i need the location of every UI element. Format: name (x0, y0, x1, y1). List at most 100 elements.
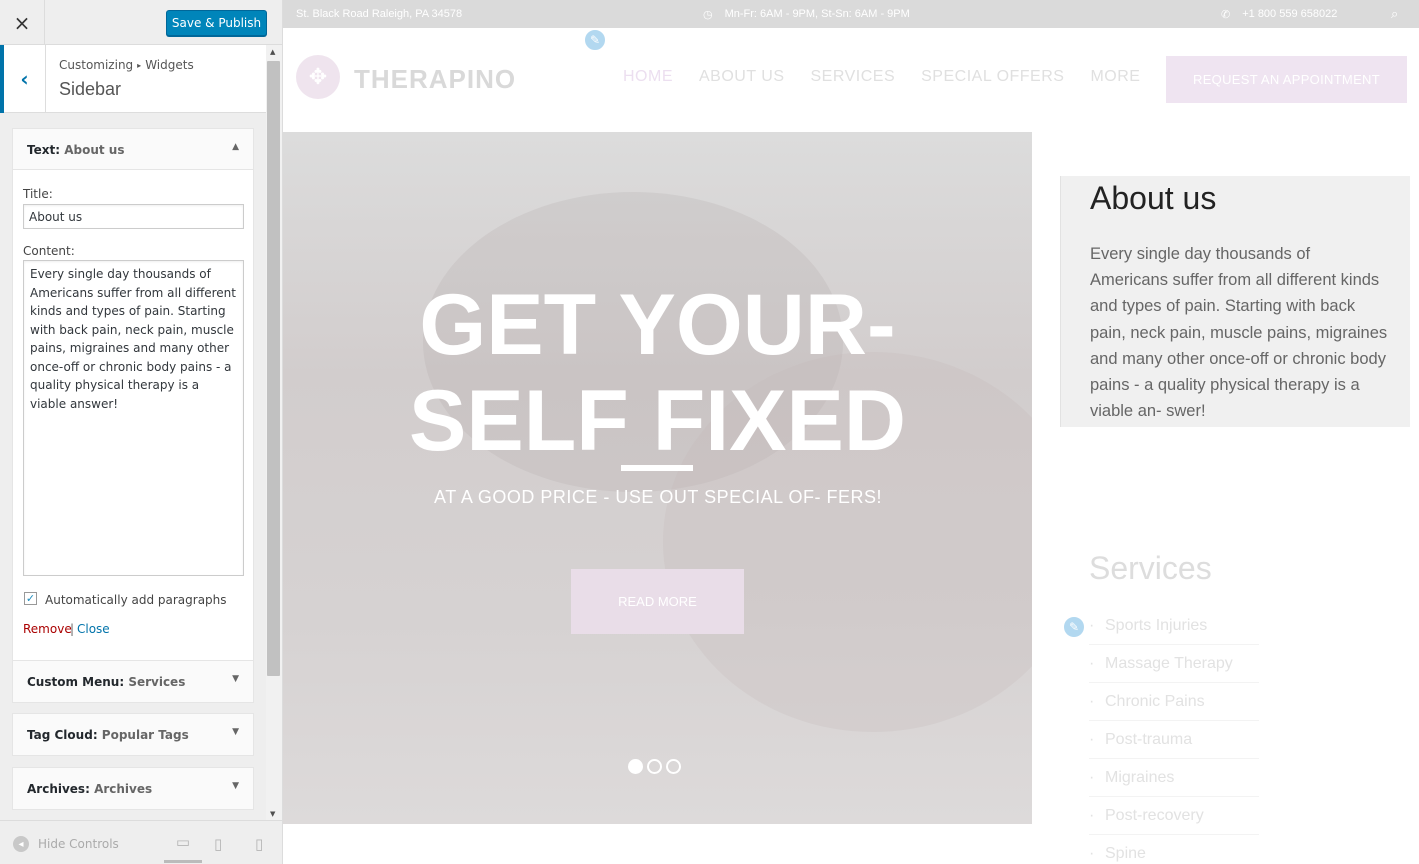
widget-title: Custom Menu: Services (27, 675, 186, 689)
breadcrumb-root: Customizing (59, 58, 134, 72)
section-title: ‹ Customizing ▸ Widgets Sidebar (0, 45, 266, 113)
edit-shortcut-icon[interactable]: ✎ (1062, 615, 1086, 639)
widget-header[interactable]: Custom Menu: Services ▼ (13, 661, 253, 702)
hero-headline-line: SELF FIXED (409, 373, 906, 469)
customizer-panel: × Save & Publish ‹ Customizing ▸ Widgets S… (0, 0, 283, 864)
panel-scrollbar[interactable]: ▲ ▼ (266, 45, 282, 820)
slider-dot[interactable] (666, 759, 681, 774)
services-list: Sports Injuries Massage Therapy Chronic … (1089, 607, 1259, 864)
widget-type: Text (27, 143, 56, 157)
hours-info: ◷ Mn-Fr: 6AM - 9PM, St-Sn: 6AM - 9PM (703, 8, 910, 21)
breadcrumb: Customizing ▸ Widgets (59, 58, 194, 72)
service-link[interactable]: Post-recovery (1089, 797, 1259, 835)
scroll-down-arrow-icon[interactable]: ▼ (270, 810, 275, 818)
widget-archives[interactable]: Archives: Archives ▼ (12, 767, 254, 810)
content-label: Content: (23, 244, 75, 258)
remove-link[interactable]: Remove (23, 622, 72, 636)
hero-headline: GET YOUR- SELF FIXED (283, 277, 1032, 469)
widget-name: Services (128, 675, 186, 689)
desktop-preview-icon[interactable]: ▭ (164, 833, 202, 863)
widget-header[interactable]: Archives: Archives ▼ (13, 768, 253, 809)
widget-tag-cloud[interactable]: Tag Cloud: Popular Tags ▼ (12, 713, 254, 756)
close-icon: × (13, 10, 31, 35)
service-link[interactable]: Spine (1089, 835, 1259, 864)
phone-text: +1 800 559 658022 (1242, 8, 1338, 20)
nav-item-services[interactable]: SERVICES (811, 68, 896, 86)
section-name: Sidebar (59, 79, 122, 99)
collapse-icon: ◂ (13, 836, 29, 852)
edit-shortcut-icon[interactable]: ✎ (583, 28, 607, 52)
service-link[interactable]: Sports Injuries (1089, 607, 1259, 645)
hours-text: Mn-Fr: 6AM - 9PM, St-Sn: 6AM - 9PM (724, 8, 910, 20)
widget-title: Text: About us (27, 143, 125, 157)
hero-divider (621, 465, 693, 471)
read-more-button[interactable]: READ MORE (571, 569, 744, 634)
logo-text[interactable]: THERAPINO (354, 64, 516, 95)
customizer-footer: ◂ Hide Controls ▭ ▯ ▯ (0, 820, 282, 864)
widget-text-about-us: Text: About us ▲ Title: Content: Every s… (12, 128, 254, 695)
save-publish-button[interactable]: Save & Publish (166, 10, 267, 36)
widget-custom-menu[interactable]: Custom Menu: Services ▼ (12, 660, 254, 703)
title-label: Title: (23, 187, 53, 201)
hero-slider: GET YOUR- SELF FIXED AT A GOOD PRICE - U… (283, 132, 1032, 824)
widget-type: Tag Cloud (27, 728, 93, 742)
widget-type: Archives (27, 782, 86, 796)
request-appointment-button[interactable]: REQUEST AN APPOINTMENT (1166, 56, 1407, 103)
address-text: St. Black Road Raleigh, PA 34578 (296, 8, 463, 20)
site-header: ✥ THERAPINO ✎ HOME ABOUT US SERVICES SPE… (283, 28, 1419, 132)
phone-icon: ✆ (1221, 9, 1231, 21)
expand-arrow-icon[interactable]: ▼ (232, 781, 239, 791)
hero-headline-line: GET YOUR- (419, 277, 896, 373)
about-text: Every single day thousands of Americans … (1090, 245, 1388, 421)
breadcrumb-separator: ▸ (137, 61, 142, 70)
autop-checkbox[interactable]: ✓ (24, 592, 37, 605)
expand-arrow-icon[interactable]: ▼ (232, 674, 239, 684)
phone-info: ✆ +1 800 559 658022 (1221, 8, 1337, 21)
content-textarea[interactable]: Every single day thousands of Americans … (23, 260, 244, 576)
slider-dot[interactable] (628, 759, 643, 774)
site-sidebar: About us Every single day thousands of A… (1032, 132, 1419, 864)
nav-item-special-offers[interactable]: SPECIAL OFFERS (921, 68, 1064, 86)
services-title: Services (1089, 550, 1212, 586)
back-button[interactable]: ‹ (0, 45, 46, 113)
autop-label: Automatically add paragraphs (45, 593, 227, 607)
about-widget: About us Every single day thousands of A… (1060, 176, 1410, 427)
customizer-header: × Save & Publish (0, 0, 282, 45)
close-link[interactable]: Close (77, 622, 110, 636)
site-preview: St. Black Road Raleigh, PA 34578 ◷ Mn-Fr… (283, 0, 1419, 864)
nav-item-home[interactable]: HOME (623, 68, 673, 86)
hide-controls-button[interactable]: ◂ Hide Controls (13, 836, 119, 852)
clock-icon: ◷ (703, 9, 713, 21)
scroll-up-arrow-icon[interactable]: ▲ (270, 48, 275, 56)
widget-type: Custom Menu (27, 675, 120, 689)
service-link[interactable]: Post-trauma (1089, 721, 1259, 759)
slider-dot[interactable] (647, 759, 662, 774)
link-separator: | (70, 622, 75, 636)
widget-header[interactable]: Text: About us ▲ (13, 129, 253, 170)
scroll-thumb[interactable] (267, 61, 280, 676)
search-icon[interactable]: ⌕ (1391, 6, 1398, 22)
widget-header[interactable]: Tag Cloud: Popular Tags ▼ (13, 714, 253, 755)
service-link[interactable]: Migraines (1089, 759, 1259, 797)
close-customizer-button[interactable]: × (0, 0, 45, 45)
widget-title: Archives: Archives (27, 782, 153, 796)
widget-name: Popular Tags (101, 728, 189, 742)
collapse-arrow-icon[interactable]: ▲ (232, 142, 239, 152)
widget-name: About us (64, 143, 125, 157)
widget-title: Tag Cloud: Popular Tags (27, 728, 189, 742)
hero-subtitle: AT A GOOD PRICE - USE OUT SPECIAL OF- FE… (434, 487, 882, 507)
nav-item-about[interactable]: ABOUT US (699, 68, 785, 86)
service-link[interactable]: Chronic Pains (1089, 683, 1259, 721)
nav-item-more[interactable]: MORE (1090, 68, 1140, 86)
expand-arrow-icon[interactable]: ▼ (232, 727, 239, 737)
main-nav: HOME ABOUT US SERVICES SPECIAL OFFERS MO… (623, 68, 1140, 86)
slider-dots (628, 759, 681, 774)
hide-controls-label: Hide Controls (38, 837, 119, 851)
logo-icon[interactable]: ✥ (296, 55, 340, 99)
service-link[interactable]: Massage Therapy (1089, 645, 1259, 683)
about-title: About us (1090, 180, 1217, 216)
mobile-preview-icon[interactable]: ▯ (255, 835, 263, 853)
logo-glyph: ✥ (308, 64, 328, 90)
title-input[interactable] (23, 204, 244, 229)
tablet-preview-icon[interactable]: ▯ (214, 835, 222, 853)
